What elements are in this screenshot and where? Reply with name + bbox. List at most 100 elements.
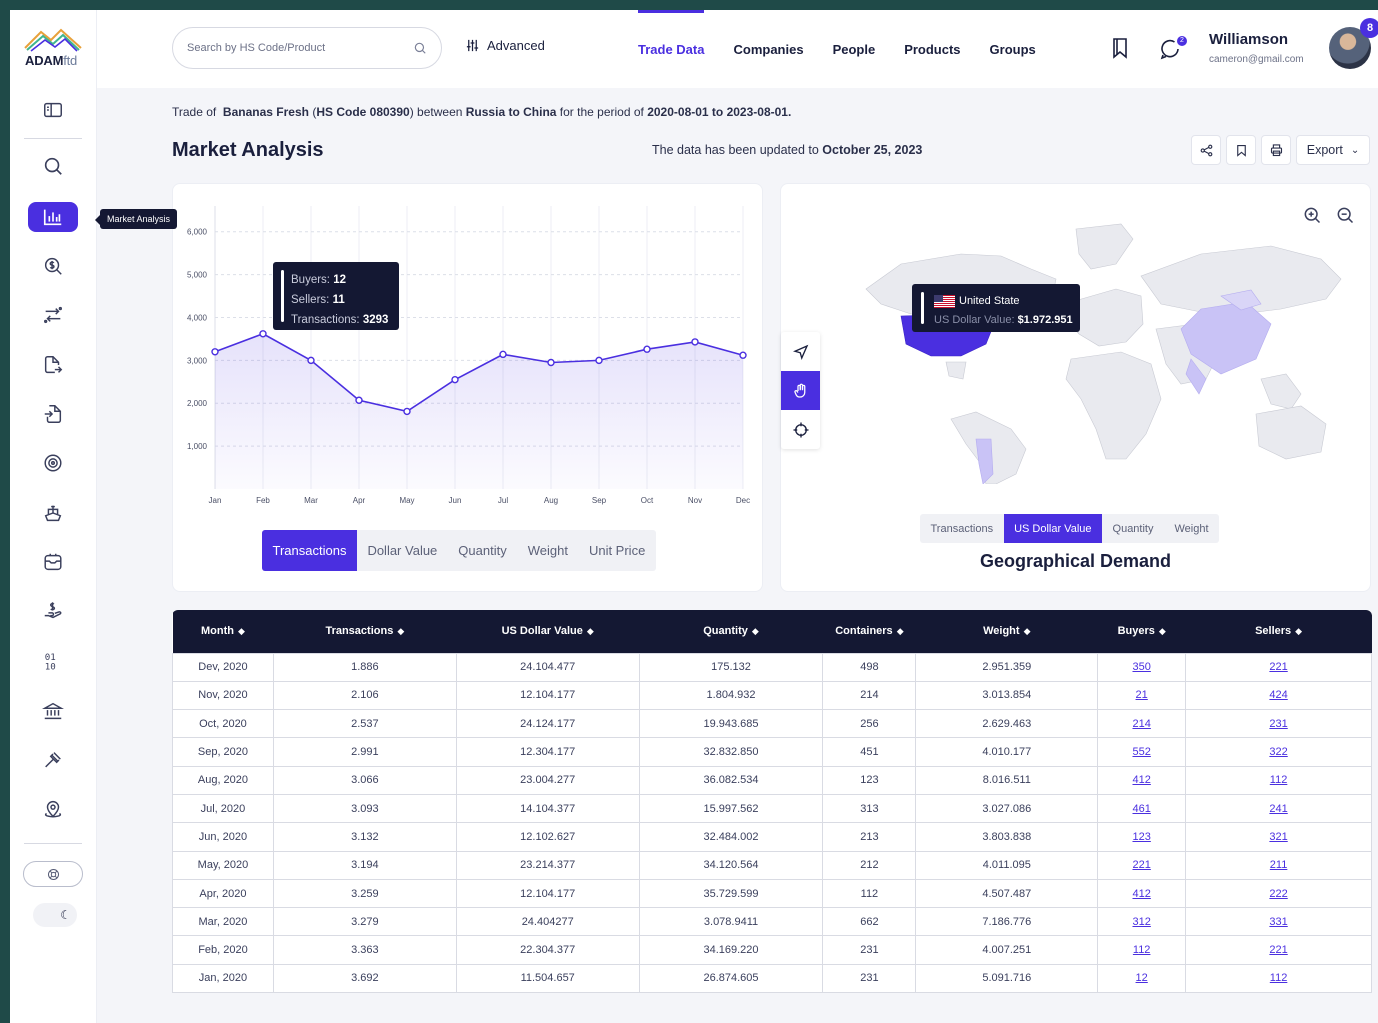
- data-point-may[interactable]: [403, 407, 411, 416]
- cell-buyers[interactable]: 412: [1097, 878, 1187, 909]
- bank-icon[interactable]: [28, 696, 78, 726]
- zoom-out-icon[interactable]: [1335, 205, 1355, 225]
- column-header-sellers[interactable]: Sellers ◆: [1186, 610, 1372, 653]
- cell-buyers[interactable]: 350: [1097, 652, 1187, 682]
- world-map[interactable]: [781, 184, 1372, 484]
- help-button[interactable]: [23, 861, 83, 887]
- print-button[interactable]: [1261, 135, 1291, 165]
- cell-buyers[interactable]: 123: [1097, 822, 1187, 852]
- cell-sellers[interactable]: 112: [1185, 765, 1372, 795]
- column-header-month[interactable]: Month ◆: [173, 610, 274, 653]
- table-row[interactable]: May, 2020 3.194 23.214.377 34.120.564 212 4.0…: [172, 850, 1372, 880]
- share-button[interactable]: [1191, 135, 1221, 165]
- table-row[interactable]: Dev, 2020 1.886 24.104.477 175.132 498 2.951.…: [172, 652, 1372, 682]
- cell-sellers[interactable]: 221: [1185, 935, 1372, 965]
- cell-buyers[interactable]: 461: [1097, 793, 1187, 824]
- nav-groups[interactable]: Groups: [990, 10, 1036, 88]
- data-point-jan[interactable]: [211, 348, 219, 356]
- save-bookmark-button[interactable]: [1226, 135, 1256, 165]
- column-header-us-dollar-value[interactable]: US Dollar Value ◆: [456, 610, 639, 653]
- cell-buyers[interactable]: 312: [1097, 907, 1187, 937]
- table-row[interactable]: Apr, 2020 3.259 12.104.177 35.729.599 112 4.5…: [172, 878, 1372, 909]
- cell-buyers[interactable]: 214: [1097, 709, 1187, 739]
- price-search-icon[interactable]: [28, 251, 78, 281]
- app-logo[interactable]: ADAMftd: [23, 26, 85, 70]
- data-point-nov[interactable]: [691, 338, 699, 346]
- advanced-search-button[interactable]: Advanced: [465, 38, 545, 53]
- payment-hand-icon[interactable]: [28, 596, 78, 626]
- bookmark-icon[interactable]: [1108, 36, 1132, 60]
- table-row[interactable]: Feb, 2020 3.363 22.304.377 34.169.220 231 4.0…: [172, 935, 1372, 965]
- theme-toggle[interactable]: ☾: [33, 903, 77, 927]
- market-analysis-icon[interactable]: [28, 202, 78, 232]
- target-icon[interactable]: [28, 448, 78, 478]
- cell-sellers[interactable]: 241: [1185, 793, 1372, 824]
- tab-dollar-value[interactable]: Dollar Value: [357, 530, 448, 571]
- cell-sellers[interactable]: 322: [1185, 737, 1372, 767]
- search-icon[interactable]: [28, 151, 78, 181]
- nav-companies[interactable]: Companies: [733, 10, 803, 88]
- cell-sellers[interactable]: 424: [1185, 680, 1372, 711]
- column-header-quantity[interactable]: Quantity ◆: [639, 610, 823, 653]
- table-row[interactable]: Nov, 2020 2.106 12.104.177 1.804.932 214 3.01…: [172, 680, 1372, 711]
- table-row[interactable]: Aug, 2020 3.066 23.004.277 36.082.534 123 8.0…: [172, 765, 1372, 795]
- data-point-feb[interactable]: [259, 330, 267, 338]
- export-doc-icon[interactable]: [28, 350, 78, 380]
- data-point-dec[interactable]: [739, 351, 747, 359]
- cell-buyers[interactable]: 12: [1097, 963, 1187, 994]
- tab-unit-price[interactable]: Unit Price: [578, 530, 655, 571]
- locate-tool[interactable]: [781, 410, 820, 449]
- table-row[interactable]: Oct, 2020 2.537 24.124.177 19.943.685 256 2.6…: [172, 709, 1372, 739]
- column-header-containers[interactable]: Containers ◆: [823, 610, 916, 653]
- binary-icon[interactable]: 01 10: [28, 646, 78, 676]
- tab-weight[interactable]: Weight: [517, 530, 578, 571]
- data-point-mar[interactable]: [307, 356, 315, 365]
- cell-buyers[interactable]: 552: [1097, 737, 1187, 767]
- transfer-icon[interactable]: [28, 300, 78, 330]
- data-point-oct[interactable]: [643, 345, 651, 353]
- location-icon[interactable]: [28, 794, 78, 824]
- cell-sellers[interactable]: 211: [1185, 850, 1372, 880]
- table-row[interactable]: Sep, 2020 2.991 12.304.177 32.832.850 451 4.0…: [172, 737, 1372, 767]
- nav-products[interactable]: Products: [904, 10, 960, 88]
- cell-buyers[interactable]: 412: [1097, 765, 1187, 795]
- data-point-jul[interactable]: [499, 350, 507, 359]
- map-tab-quantity[interactable]: Quantity: [1102, 514, 1164, 543]
- export-dropdown[interactable]: Export ⌄: [1296, 135, 1370, 165]
- cell-buyers[interactable]: 112: [1097, 935, 1187, 965]
- panel-toggle-icon[interactable]: [28, 95, 78, 125]
- tab-transactions[interactable]: Transactions: [262, 530, 357, 571]
- column-header-weight[interactable]: Weight ◆: [916, 610, 1098, 653]
- data-point-jun[interactable]: [451, 375, 459, 384]
- cell-sellers[interactable]: 321: [1185, 822, 1372, 852]
- transactions-line-chart[interactable]: 1,000 2,000 3,000 4,000 5,000 6,000 Jan Feb Mar A…: [173, 184, 764, 524]
- pan-tool[interactable]: [781, 371, 820, 410]
- import-doc-icon[interactable]: [28, 399, 78, 429]
- table-row[interactable]: Jan, 2020 3.692 11.504.657 26.874.605 231 5.0…: [172, 963, 1372, 994]
- cell-sellers[interactable]: 231: [1185, 709, 1372, 739]
- map-tab-transactions[interactable]: Transactions: [920, 514, 1004, 543]
- column-header-buyers[interactable]: Buyers ◆: [1098, 610, 1186, 653]
- cell-buyers[interactable]: 221: [1097, 850, 1187, 880]
- inventory-icon[interactable]: [28, 547, 78, 577]
- tab-quantity[interactable]: Quantity: [448, 530, 517, 571]
- cell-sellers[interactable]: 112: [1185, 963, 1372, 994]
- cell-buyers[interactable]: 21: [1097, 680, 1187, 711]
- user-name[interactable]: Williamson: [1209, 31, 1288, 48]
- map-tab-us-dollar-value[interactable]: US Dollar Value: [1003, 514, 1103, 543]
- nav-people[interactable]: People: [833, 10, 876, 88]
- nav-trade-data[interactable]: Trade Data: [638, 10, 705, 88]
- cell-sellers[interactable]: 331: [1185, 907, 1372, 937]
- auction-icon[interactable]: [28, 745, 78, 775]
- search-input[interactable]: Search by HS Code/Product: [172, 27, 442, 69]
- map-tab-weight[interactable]: Weight: [1164, 514, 1219, 543]
- table-row[interactable]: Mar, 2020 3.279 24.404277 3.078.9411 662 7.18…: [172, 907, 1372, 937]
- search-icon[interactable]: [413, 41, 427, 55]
- data-point-apr[interactable]: [355, 396, 363, 404]
- zoom-in-icon[interactable]: [1302, 205, 1322, 225]
- column-header-transactions[interactable]: Transactions ◆: [273, 610, 456, 653]
- data-point-aug[interactable]: [547, 358, 555, 367]
- table-row[interactable]: Jun, 2020 3.132 12.102.627 32.484.002 213 3.8…: [172, 822, 1372, 852]
- ship-icon[interactable]: [28, 498, 78, 528]
- data-point-sep[interactable]: [595, 356, 603, 365]
